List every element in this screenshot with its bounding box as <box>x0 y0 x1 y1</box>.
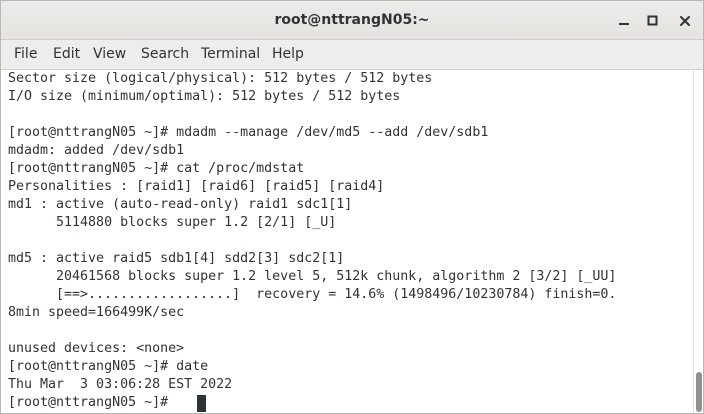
title-bar[interactable]: root@nttrangN05:~ <box>1 1 703 40</box>
terminal-line: unused devices: <none> <box>8 341 185 356</box>
terminal-line: [==>..................] recovery = 14.6%… <box>8 287 617 302</box>
terminal-prompt-line: [root@nttrangN05 ~]# <box>8 395 177 410</box>
terminal-line: [root@nttrangN05 ~]# mdadm --manage /dev… <box>8 125 489 140</box>
terminal-window: root@nttrangN05:~ File Edit View Search … <box>0 0 704 414</box>
menu-terminal[interactable]: Terminal <box>201 46 260 62</box>
maximize-icon <box>647 15 658 26</box>
terminal-line: md1 : active (auto-read-only) raid1 sdc1… <box>8 197 353 212</box>
menu-help[interactable]: Help <box>272 46 304 62</box>
close-icon <box>680 16 690 26</box>
terminal-line: Personalities : [raid1] [raid6] [raid5] … <box>8 179 385 194</box>
minimize-icon <box>619 23 629 25</box>
terminal-line: I/O size (minimum/optimal): 512 bytes / … <box>8 89 401 104</box>
window-title: root@nttrangN05:~ <box>274 12 430 28</box>
menu-view[interactable]: View <box>93 46 126 62</box>
menu-bar: File Edit View Search Terminal Help <box>1 40 703 70</box>
maximize-button[interactable] <box>642 10 664 32</box>
minimize-button[interactable] <box>613 10 635 32</box>
terminal-line: 5114880 blocks super 1.2 [2/1] [_U] <box>8 215 337 230</box>
menu-edit[interactable]: Edit <box>53 46 80 62</box>
terminal-line: Thu Mar 3 03:06:28 EST 2022 <box>8 377 233 392</box>
vertical-scrollbar[interactable] <box>693 70 703 413</box>
terminal-line: Sector size (logical/physical): 512 byte… <box>8 71 433 86</box>
menu-search[interactable]: Search <box>141 46 189 62</box>
terminal-line: md5 : active raid5 sdb1[4] sdd2[3] sdc2[… <box>8 251 345 266</box>
terminal-line: mdadm: added /dev/sdb1 <box>8 143 185 158</box>
terminal-line: [root@nttrangN05 ~]# date <box>8 359 209 374</box>
close-button[interactable] <box>674 10 696 32</box>
terminal-line: 8min speed=166499K/sec <box>8 305 185 320</box>
text-cursor <box>197 395 206 412</box>
menu-file[interactable]: File <box>14 46 37 62</box>
terminal-output[interactable]: Sector size (logical/physical): 512 byte… <box>1 70 693 413</box>
terminal-line: 20461568 blocks super 1.2 level 5, 512k … <box>8 269 617 284</box>
scrollbar-thumb[interactable] <box>696 372 702 412</box>
terminal-line: [root@nttrangN05 ~]# cat /proc/mdstat <box>8 161 305 176</box>
